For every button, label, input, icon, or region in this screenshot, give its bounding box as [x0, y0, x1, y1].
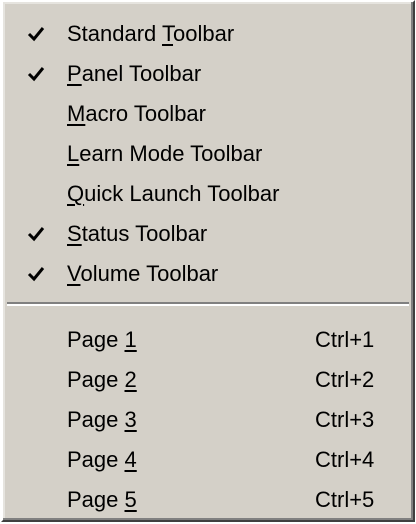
- menu-item-standard-toolbar[interactable]: Standard Toolbar: [11, 14, 405, 54]
- menu-item-label: Volume Toolbar: [67, 261, 219, 286]
- menu-item-page-5[interactable]: Page 5 Ctrl+5: [11, 480, 405, 520]
- menu-item-shortcut: Ctrl+5: [315, 487, 375, 512]
- menu-item-label: Status Toolbar: [67, 221, 208, 246]
- menu-item-page-2[interactable]: Page 2 Ctrl+2: [11, 360, 405, 400]
- menu-item-page-4[interactable]: Page 4 Ctrl+4: [11, 440, 405, 480]
- menu-item-shortcut: Ctrl+4: [315, 447, 375, 472]
- menu-item-status-toolbar[interactable]: Status Toolbar: [11, 214, 405, 254]
- menu-item-macro-toolbar[interactable]: Macro Toolbar: [11, 94, 405, 134]
- menu-item-volume-toolbar[interactable]: Volume Toolbar: [11, 254, 405, 294]
- check-icon: [27, 27, 45, 42]
- menu-item-learn-mode-toolbar[interactable]: Learn Mode Toolbar: [11, 134, 405, 174]
- menu-item-panel-toolbar[interactable]: Panel Toolbar: [11, 54, 405, 94]
- menu-item-label: Page 3: [67, 407, 137, 432]
- menu-item-label: Page 5: [67, 487, 137, 512]
- toolbar-context-menu: Standard Toolbar Panel Toolbar Macro Too…: [1, 0, 415, 522]
- menu-item-page-3[interactable]: Page 3 Ctrl+3: [11, 400, 405, 440]
- menu-item-label: Page 2: [67, 367, 137, 392]
- check-icon: [27, 227, 45, 242]
- menu-item-label: Quick Launch Toolbar: [67, 181, 280, 206]
- menu-item-label: Macro Toolbar: [67, 101, 206, 126]
- check-icon: [27, 67, 45, 82]
- menu-item-quick-launch-toolbar[interactable]: Quick Launch Toolbar: [11, 174, 405, 214]
- menu-item-label: Standard Toolbar: [67, 21, 235, 46]
- menu-item-shortcut: Ctrl+1: [315, 327, 375, 352]
- menu-item-label: Page 4: [67, 447, 137, 472]
- menu-item-label: Page 1: [67, 327, 137, 352]
- menu-item-page-1[interactable]: Page 1 Ctrl+1: [11, 320, 405, 360]
- check-icon: [27, 267, 45, 282]
- menu-item-shortcut: Ctrl+2: [315, 367, 375, 392]
- menu-item-shortcut: Ctrl+3: [315, 407, 375, 432]
- menu-separator: [7, 302, 409, 306]
- menu-item-label: Panel Toolbar: [67, 61, 202, 86]
- menu-item-label: Learn Mode Toolbar: [67, 141, 263, 166]
